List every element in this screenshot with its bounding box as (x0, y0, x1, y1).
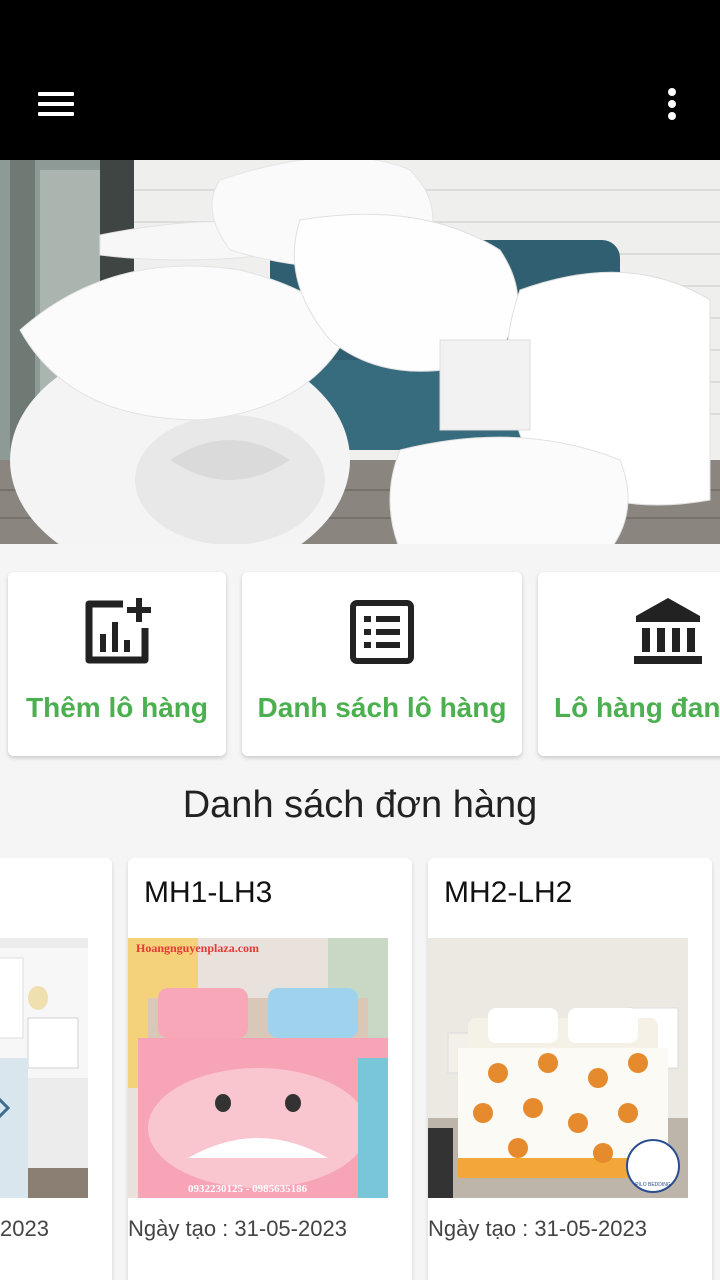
order-thumbnail: Hoangnguyenplaza.com 0932230125 - 098563… (128, 938, 388, 1198)
add-shipment-button[interactable]: Thêm lô hàng (8, 572, 226, 756)
active-shipments-label: Lô hàng đang (554, 692, 720, 723)
order-date: Ngày tạo : 31-05-2023 (428, 1216, 647, 1242)
shipment-list-label: Danh sách lô hàng (257, 692, 507, 723)
order-carousel: 2023 MH1-LH3 Hoangnguyenplaza.com 093223… (0, 858, 720, 1280)
watermark-text: Hoangnguyenplaza.com (136, 941, 259, 955)
order-date: 2023 (0, 1216, 49, 1241)
order-card[interactable]: MH1-LH3 Hoangnguyenplaza.com 0932230125 … (128, 858, 412, 1280)
add-shipment-label: Thêm lô hàng (26, 692, 208, 723)
hero-banner (0, 160, 720, 544)
order-code: MH1-LH3 (144, 876, 273, 909)
date-label: Ngày tạo : (128, 1216, 235, 1241)
app-bar (0, 48, 720, 160)
order-thumbnail: PILO BEDDING (428, 938, 688, 1198)
logo-text: PILO BEDDING (635, 1182, 671, 1188)
action-shortcuts: Thêm lô hàng Danh sách lô hàng Lô hàng đ… (0, 544, 720, 772)
date-label: Ngày tạo : (428, 1216, 535, 1241)
phone-text: 0932230125 - 0985635186 (188, 1183, 308, 1195)
section-title: Danh sách đơn hàng (182, 784, 538, 826)
bank-icon (634, 598, 702, 664)
order-card[interactable]: 2023 (0, 858, 112, 1280)
order-thumbnail (0, 938, 88, 1198)
more-vert-icon[interactable] (648, 76, 696, 132)
order-date: Ngày tạo : 31-05-2023 (128, 1216, 347, 1242)
order-card[interactable]: MH2-LH2 PILO BEDDING Ngày tạo: 31-05-20… (428, 858, 712, 1280)
list-alt-icon (350, 600, 414, 664)
active-shipments-button[interactable]: Lô hàng đang (538, 572, 720, 756)
status-bar (0, 0, 720, 48)
shipment-list-button[interactable]: Danh sách lô hàng (242, 572, 522, 756)
add-chart-icon (85, 598, 151, 664)
order-code: MH2-LH2 (444, 876, 573, 909)
date-value: 31-05-2023 (234, 1216, 347, 1241)
bedding-banner-image (0, 160, 720, 544)
date-value: 31-05-2023 (534, 1216, 647, 1241)
hamburger-menu-icon[interactable] (28, 76, 84, 132)
